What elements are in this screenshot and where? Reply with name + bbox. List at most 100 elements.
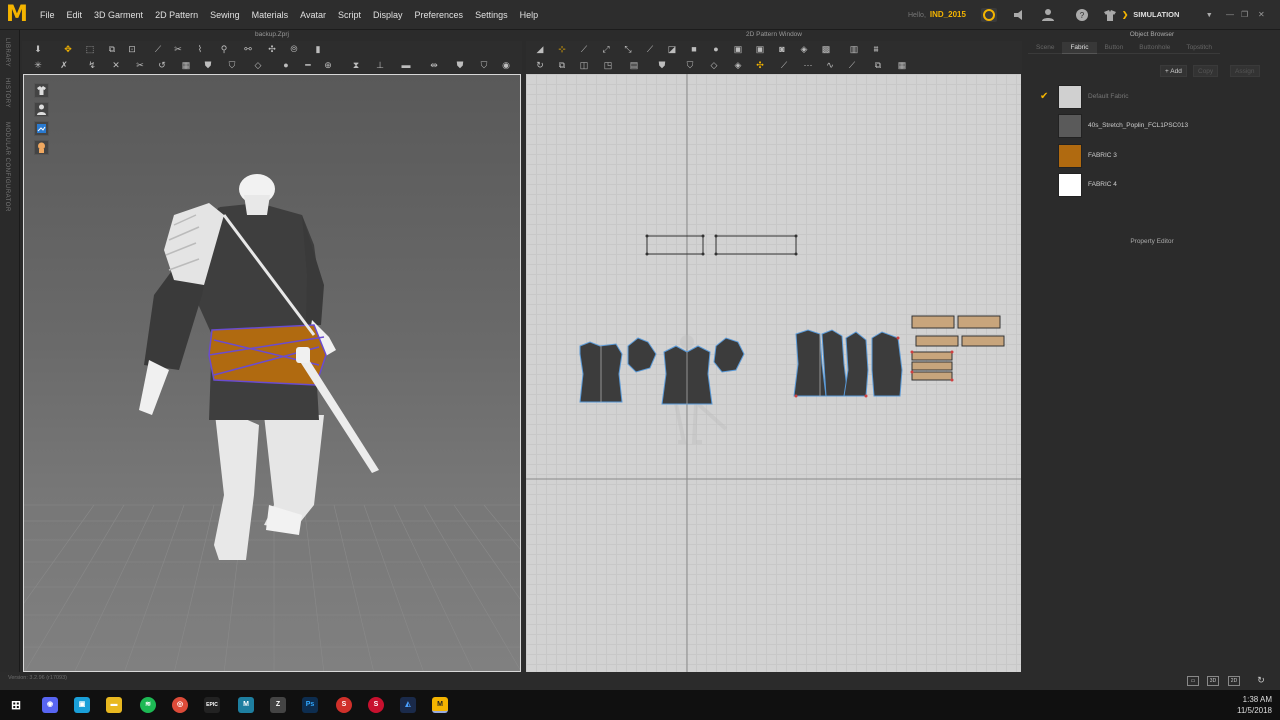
restore-button[interactable]: ❐ [1241,10,1248,19]
marvelous-designer-icon[interactable]: M [238,697,254,713]
app-red-2-icon[interactable]: S [368,697,384,713]
windows-start-icon[interactable]: ⊞ [8,697,24,713]
close-button[interactable]: ✕ [1258,10,1265,19]
move-icon[interactable]: ✥ [62,44,74,54]
library-tab[interactable]: LIBRARY [4,38,10,67]
menu-materials[interactable]: Materials [252,10,289,20]
stitch-icon[interactable]: ✗ [58,60,70,70]
layout-2d-icon[interactable]: 2D [1228,676,1240,686]
app-red-icon[interactable]: S [336,697,352,713]
assign-fabric-button[interactable]: Assign [1230,65,1260,77]
file-explorer-icon[interactable]: ▬ [106,697,122,713]
shirt-icon[interactable]: ⛊ [202,60,214,70]
speaker-icon[interactable] [1011,7,1029,23]
tack-on-avatar-icon[interactable]: ◈ [732,60,744,70]
trace-icon[interactable]: ↻ [534,60,546,70]
discord-icon[interactable]: ◉ [42,697,58,713]
line-draw-icon[interactable]: ⟋ [846,60,858,70]
seam-taping-icon[interactable]: ⋯ [802,60,814,70]
app-blue-dark-icon[interactable]: ◭ [400,697,416,713]
refresh-icon[interactable]: ↻ [1255,676,1267,686]
menu-avatar[interactable]: Avatar [300,10,326,20]
chrome-icon[interactable]: ◎ [172,697,188,713]
transform-icon[interactable]: ⧉ [106,44,118,54]
add-fabric-button[interactable]: + Add [1160,65,1187,77]
tab-button[interactable]: Button [1096,42,1132,54]
sparkle-icon[interactable]: ✳ [32,60,44,70]
skin-view-button[interactable] [34,140,49,155]
internal-polygon-icon[interactable]: ▣ [732,44,744,54]
shirt-select-icon[interactable]: ⛉ [226,60,238,70]
trace-region-icon[interactable]: ◳ [602,60,614,70]
edit-curve-icon[interactable]: ⤢ [600,44,612,54]
menu-script[interactable]: Script [338,10,361,20]
viewport-3d[interactable] [23,74,521,672]
menu-edit[interactable]: Edit [67,10,83,20]
menu-2d-pattern[interactable]: 2D Pattern [155,10,198,20]
cut-icon[interactable]: ✂ [134,60,146,70]
fold-tool-icon[interactable]: ⌇ [194,44,206,54]
fabric-item[interactable]: 40s_Stretch_Poplin_FCL1PSC013 [1034,114,1264,140]
graphic-icon[interactable]: ▦ [896,60,908,70]
user-icon[interactable] [1039,7,1057,23]
pin-tool-icon[interactable]: ✂ [172,44,184,54]
add-point-icon[interactable]: ⟋ [644,44,656,54]
tape-measure-icon[interactable]: ▬ [400,60,412,70]
marvelous-designer-active-icon[interactable]: M [432,697,448,713]
cross-icon[interactable]: ✕ [110,60,122,70]
pattern-icon[interactable]: ◇ [252,60,264,70]
shirt-front-icon[interactable]: ⛊ [454,60,466,70]
segment-sewing-icon[interactable]: ⛊ [656,60,668,70]
menu-sewing[interactable]: Sewing [210,10,240,20]
simulation-toggle[interactable]: ❯ SIMULATION ▾ [1122,6,1218,24]
garment-tool-icon[interactable]: ⚲ [218,44,230,54]
texture-view-button[interactable] [34,121,49,136]
cloud-sync-icon[interactable] [980,7,998,23]
polygon-icon[interactable]: ◪ [666,44,678,54]
curvature-icon[interactable]: ⤡ [622,44,634,54]
trace-outline-icon[interactable]: ◫ [578,60,590,70]
tack-icon[interactable]: ↯ [86,60,98,70]
circle-icon[interactable]: ● [710,44,722,54]
ruler-icon[interactable]: ━ [302,60,314,70]
layout-3d-icon[interactable]: 3D [1207,676,1219,686]
dart-icon[interactable]: ◈ [798,44,810,54]
edit-pattern-icon[interactable]: ◢ [534,44,546,54]
internal-circle-icon[interactable]: ◙ [776,44,788,54]
grid-icon[interactable]: ▦ [180,60,192,70]
arrow-down-icon[interactable]: ⬇ [32,44,44,54]
photoshop-icon[interactable]: Ps [302,697,318,713]
select-mesh-icon[interactable]: ⊡ [126,44,138,54]
avatar-view-button[interactable] [34,83,49,98]
select-box-icon[interactable]: ⬚ [84,44,96,54]
edit-point-icon[interactable]: ⟋ [578,44,590,54]
fabric-item[interactable]: FABRIC 4 [1034,173,1264,199]
pin-add-icon[interactable]: ⊕ [322,60,334,70]
dart-curve-icon[interactable]: ▩ [820,44,832,54]
freesewing-icon[interactable]: ⛉ [684,60,696,70]
system-clock[interactable]: 1:38 AM 11/5/2018 [1237,694,1272,716]
elastic-icon[interactable]: ∿ [824,60,836,70]
fabric-item[interactable]: ✔ Default Fabric [1034,85,1264,111]
menu-file[interactable]: File [40,10,55,20]
menu-preferences[interactable]: Preferences [415,10,464,20]
minimize-button[interactable]: — [1226,10,1234,19]
pattern-window[interactable] [526,74,1021,672]
line-tool-icon[interactable]: ⟋ [152,44,164,54]
tab-fabric[interactable]: Fabric [1062,42,1097,54]
texture-edit-icon[interactable]: ⧉ [872,60,884,70]
topstitch-icon[interactable]: ⟋ [778,60,790,70]
rectangle-icon[interactable]: ■ [688,44,700,54]
camera-icon[interactable]: ◉ [500,60,512,70]
tape-icon[interactable]: ⦾ [288,44,300,54]
pleat-fold-icon[interactable]: ⩩ [870,44,882,54]
tab-topstitch[interactable]: Topstitch [1178,42,1221,54]
internal-rectangle-icon[interactable]: ▣ [754,44,766,54]
pin-2d-icon[interactable]: ✣ [754,60,766,70]
tab-scene[interactable]: Scene [1028,42,1063,54]
menu-help[interactable]: Help [520,10,539,20]
history-tab[interactable]: HISTORY [4,78,10,108]
fabric-item[interactable]: FABRIC 3 [1034,144,1264,170]
shirt-back-icon[interactable]: ⛉ [478,60,490,70]
pleat-icon[interactable]: ▥ [848,44,860,54]
